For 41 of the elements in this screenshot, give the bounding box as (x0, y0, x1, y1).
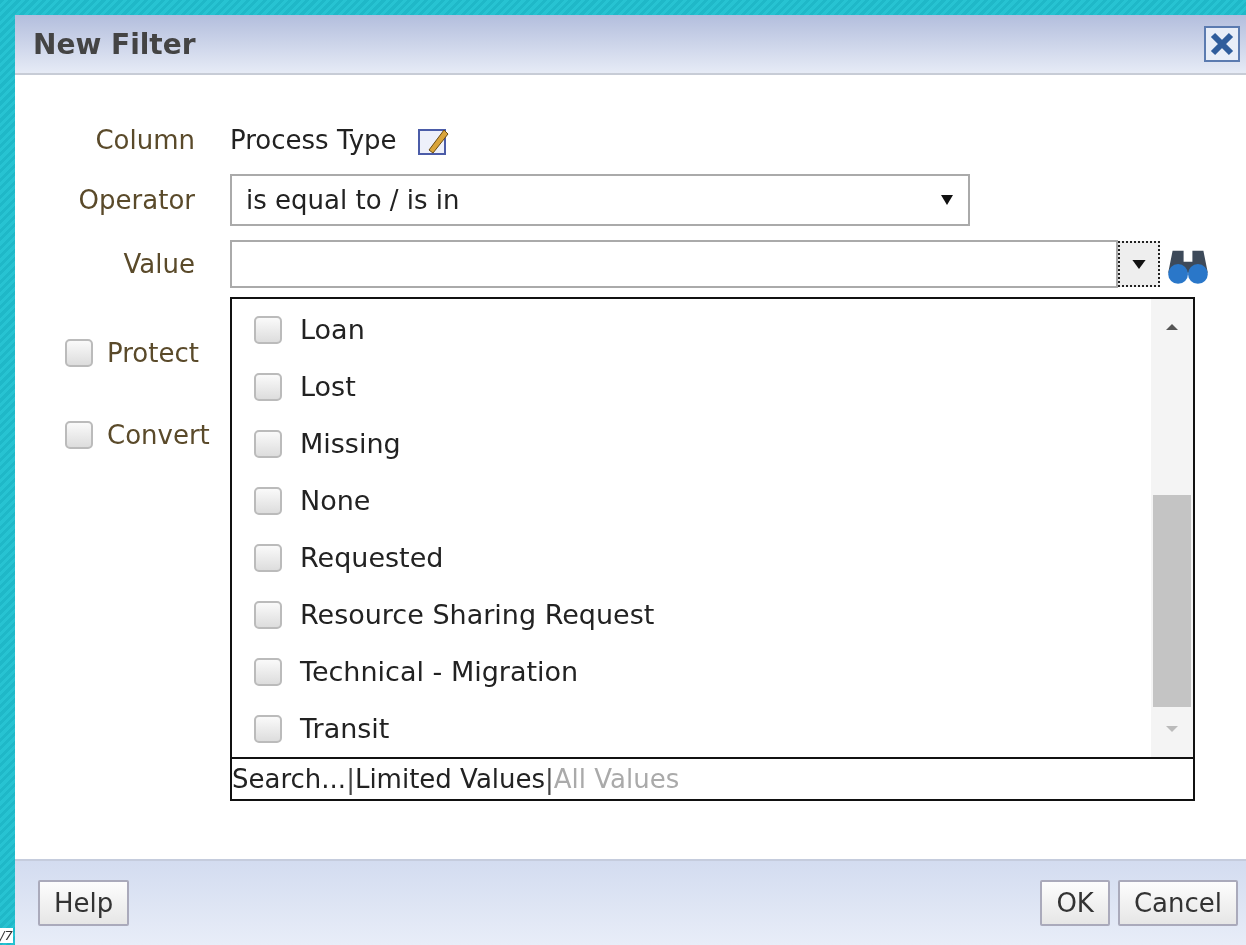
list-item[interactable]: Transit (300, 713, 390, 744)
list-item[interactable]: None (300, 485, 371, 516)
caret-icon (940, 194, 954, 206)
separator: | (346, 764, 355, 794)
checkbox[interactable] (254, 714, 282, 743)
checkbox[interactable] (254, 315, 282, 344)
field-label: Column (94, 125, 195, 155)
link[interactable]: Search... (232, 764, 347, 794)
checkbox[interactable] (254, 486, 282, 515)
checkbox[interactable] (254, 600, 282, 629)
checkbox-label: Protect (107, 338, 199, 368)
help-button[interactable]: Help (38, 880, 130, 926)
value-field[interactable] (230, 240, 1118, 288)
field-label: Value (122, 249, 195, 279)
link[interactable]: Limited Values (354, 764, 546, 794)
list-item[interactable]: Missing (300, 428, 401, 459)
list-item[interactable]: Technical - Migration (300, 656, 579, 687)
list-item[interactable]: Requested (300, 542, 444, 573)
scrollbar[interactable] (1151, 299, 1193, 757)
separator: | (545, 764, 554, 794)
field-label: Operator (77, 185, 195, 215)
operator-dropdown[interactable]: is equal to / is in (230, 174, 970, 226)
caret-icon (1131, 258, 1147, 270)
checkbox[interactable] (254, 657, 282, 686)
list-item[interactable]: Resource Sharing Request (300, 599, 655, 630)
scroll-down-icon[interactable] (1165, 725, 1179, 733)
list-item[interactable]: Lost (300, 371, 356, 402)
dialog-title: New Filter (33, 27, 196, 61)
checkbox[interactable] (65, 339, 93, 367)
close-icon[interactable] (1204, 26, 1240, 62)
checkbox[interactable] (65, 421, 93, 449)
checkbox-label: Convert (107, 420, 210, 450)
column-value: Process Type (230, 125, 397, 155)
scroll-up-icon[interactable] (1165, 323, 1179, 331)
checkbox[interactable] (254, 372, 282, 401)
checkbox[interactable] (254, 543, 282, 572)
list-item[interactable]: Loan (300, 314, 365, 345)
checkbox[interactable] (254, 429, 282, 458)
cancel-button[interactable]: Cancel (1117, 880, 1238, 926)
ok-button[interactable]: OK (1040, 880, 1110, 926)
dropdown-button[interactable] (1118, 241, 1160, 287)
